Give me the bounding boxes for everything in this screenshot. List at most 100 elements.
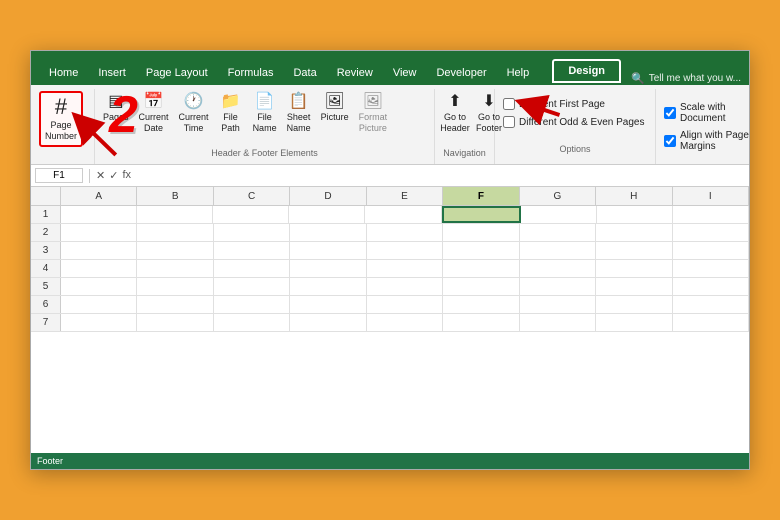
btn-format-picture[interactable]: 🖼 FormatPicture bbox=[355, 91, 392, 137]
grid-cell[interactable] bbox=[673, 206, 749, 223]
grid-cell[interactable] bbox=[137, 296, 213, 313]
grid-cell[interactable] bbox=[213, 206, 289, 223]
btn-pages[interactable]: ▤ Pages bbox=[99, 91, 133, 126]
col-header-b[interactable]: B bbox=[137, 187, 213, 205]
grid-cell[interactable] bbox=[443, 278, 519, 295]
tab-help[interactable]: Help bbox=[497, 61, 540, 85]
grid-cell[interactable] bbox=[61, 278, 137, 295]
btn-current-date[interactable]: 📅 CurrentDate bbox=[135, 91, 173, 137]
formula-input[interactable] bbox=[135, 170, 745, 182]
grid-cell[interactable] bbox=[443, 224, 519, 241]
col-header-a[interactable]: A bbox=[61, 187, 137, 205]
grid-cell[interactable] bbox=[289, 206, 365, 223]
grid-cell[interactable] bbox=[61, 260, 137, 277]
grid-cell[interactable] bbox=[214, 260, 290, 277]
grid-cell[interactable] bbox=[596, 224, 672, 241]
grid-cell[interactable] bbox=[520, 314, 596, 331]
col-header-c[interactable]: C bbox=[214, 187, 290, 205]
btn-sheet-name[interactable]: 📋 SheetName bbox=[283, 91, 315, 137]
grid-cell[interactable] bbox=[61, 242, 137, 259]
checkbox-align-page[interactable] bbox=[664, 135, 676, 147]
col-header-e[interactable]: E bbox=[367, 187, 443, 205]
col-header-h[interactable]: H bbox=[596, 187, 672, 205]
grid-cell[interactable] bbox=[596, 296, 672, 313]
btn-picture[interactable]: 🖼 Picture bbox=[317, 91, 353, 126]
grid-cell[interactable] bbox=[137, 260, 213, 277]
grid-cell[interactable] bbox=[290, 224, 366, 241]
grid-cell[interactable] bbox=[520, 296, 596, 313]
grid-cell[interactable] bbox=[367, 242, 443, 259]
grid-cell[interactable] bbox=[137, 278, 213, 295]
grid-cell[interactable] bbox=[214, 278, 290, 295]
grid-cell[interactable] bbox=[596, 260, 672, 277]
tab-page-layout[interactable]: Page Layout bbox=[136, 61, 218, 85]
grid-cell[interactable] bbox=[214, 242, 290, 259]
checkbox-different-first[interactable] bbox=[503, 98, 515, 110]
grid-cell[interactable] bbox=[367, 296, 443, 313]
grid-cell[interactable] bbox=[137, 206, 213, 223]
grid-cell[interactable] bbox=[367, 224, 443, 241]
grid-cell[interactable] bbox=[597, 206, 673, 223]
checkbox-different-odd-even[interactable] bbox=[503, 116, 515, 128]
btn-current-time[interactable]: 🕐 CurrentTime bbox=[175, 91, 213, 137]
grid-cell[interactable] bbox=[520, 242, 596, 259]
btn-go-to-header[interactable]: ⬆ Go toHeader bbox=[439, 91, 471, 137]
search-area[interactable]: 🔍 Tell me what you w... bbox=[631, 72, 741, 85]
grid-cell[interactable] bbox=[520, 260, 596, 277]
grid-cell[interactable] bbox=[214, 314, 290, 331]
confirm-formula-icon[interactable]: ✓ bbox=[109, 169, 118, 182]
grid-cell[interactable] bbox=[521, 206, 597, 223]
grid-cell[interactable] bbox=[61, 314, 137, 331]
grid-cell[interactable] bbox=[673, 242, 749, 259]
col-header-f[interactable]: F bbox=[443, 187, 519, 205]
col-header-d[interactable]: D bbox=[290, 187, 366, 205]
grid-cell[interactable] bbox=[365, 206, 441, 223]
grid-cell[interactable] bbox=[443, 314, 519, 331]
grid-cell[interactable] bbox=[367, 278, 443, 295]
btn-file-path[interactable]: 📁 FilePath bbox=[215, 91, 247, 137]
grid-cell[interactable] bbox=[290, 296, 366, 313]
tab-review[interactable]: Review bbox=[327, 61, 383, 85]
grid-cell[interactable] bbox=[137, 224, 213, 241]
cell-reference[interactable] bbox=[35, 168, 83, 183]
grid-cell[interactable] bbox=[214, 296, 290, 313]
grid-cell[interactable] bbox=[520, 278, 596, 295]
grid-cell[interactable] bbox=[443, 260, 519, 277]
tab-design[interactable]: Design bbox=[552, 59, 621, 83]
grid-cell[interactable] bbox=[673, 278, 749, 295]
grid-cell[interactable] bbox=[61, 206, 137, 223]
tab-developer[interactable]: Developer bbox=[426, 61, 496, 85]
tab-home[interactable]: Home bbox=[39, 61, 88, 85]
grid-cell[interactable] bbox=[290, 242, 366, 259]
grid-cell-selected[interactable] bbox=[442, 206, 521, 223]
grid-cell[interactable] bbox=[61, 296, 137, 313]
grid-cell[interactable] bbox=[596, 242, 672, 259]
btn-page-number[interactable]: # PageNumber bbox=[39, 91, 83, 147]
grid-cell[interactable] bbox=[673, 260, 749, 277]
grid-cell[interactable] bbox=[520, 224, 596, 241]
grid-cell[interactable] bbox=[443, 242, 519, 259]
grid-cell[interactable] bbox=[673, 224, 749, 241]
cancel-formula-icon[interactable]: ✕ bbox=[96, 169, 105, 182]
tab-insert[interactable]: Insert bbox=[88, 61, 136, 85]
grid-cell[interactable] bbox=[673, 296, 749, 313]
grid-cell[interactable] bbox=[443, 296, 519, 313]
btn-file-name[interactable]: 📄 FileName bbox=[249, 91, 281, 137]
tab-formulas[interactable]: Formulas bbox=[218, 61, 284, 85]
insert-function-icon[interactable]: fx bbox=[122, 169, 131, 182]
grid-cell[interactable] bbox=[214, 224, 290, 241]
grid-cell[interactable] bbox=[367, 260, 443, 277]
tab-data[interactable]: Data bbox=[283, 61, 326, 85]
grid-cell[interactable] bbox=[290, 260, 366, 277]
grid-cell[interactable] bbox=[290, 314, 366, 331]
grid-cell[interactable] bbox=[596, 278, 672, 295]
tab-view[interactable]: View bbox=[383, 61, 427, 85]
grid-cell[interactable] bbox=[673, 314, 749, 331]
grid-cell[interactable] bbox=[137, 242, 213, 259]
grid-cell[interactable] bbox=[290, 278, 366, 295]
col-header-i[interactable]: I bbox=[673, 187, 749, 205]
col-header-g[interactable]: G bbox=[520, 187, 596, 205]
grid-cell[interactable] bbox=[61, 224, 137, 241]
checkbox-scale-document[interactable] bbox=[664, 107, 676, 119]
grid-cell[interactable] bbox=[367, 314, 443, 331]
